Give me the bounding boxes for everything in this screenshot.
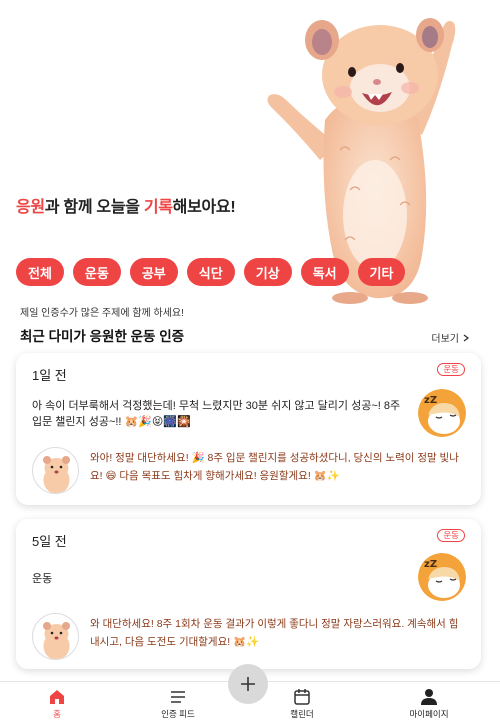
category-chip-diet[interactable]: 식단 [186,258,235,286]
hamster-avatar [32,613,79,660]
post-time: 5일 전 [32,534,67,549]
headline-text: 과 함께 오늘을 [44,199,144,216]
svg-text:zZ: zZ [424,559,437,570]
headline-highlight-record: 기록 [143,199,173,216]
calendar-icon [294,689,310,705]
category-chip-etc[interactable]: 기타 [357,258,406,286]
cheer-reply: 와 대단하세요! 8주 1회차 운동 결과가 이렇게 좋다니 정말 자랑스러워요… [32,613,465,660]
category-chip-wakeup[interactable]: 기상 [243,258,292,286]
app-screen: 응원과 함께 오늘을 기록해보아요! 전체 운동 공부 식단 기상 독서 기타 … [0,0,500,724]
category-chip-exercise[interactable]: 운동 [72,258,121,286]
category-chips: 전체 운동 공부 식단 기상 독서 기타 [16,258,406,286]
tab-label: 캘린더 [290,709,314,719]
post-body: 운동 [32,573,53,585]
post-card[interactable]: 1일 전 운동 아 속이 더부룩해서 걱정했는데! 무척 느렸지만 30분 쉬지… [16,353,481,505]
tab-home[interactable]: 홈 [17,688,97,720]
svg-text:zZ: zZ [424,395,437,406]
headline-highlight-cheer: 응원 [16,199,45,216]
sleeping-cat-icon: zZ [418,389,466,437]
reply-text: 와 대단하세요! 8주 1회차 운동 결과가 이렇게 좋다니 정말 자랑스러워요… [90,618,459,648]
tab-feed[interactable]: 인증 피드 [138,688,218,720]
feed-hint: 제일 인증수가 많은 주제에 함께 하세요! [20,308,184,319]
more-label: 더보기 [431,334,459,345]
section-title: 최근 다미가 응원한 운동 인증 [20,329,185,344]
hamster-avatar [32,447,79,494]
category-badge: 운동 [437,363,465,376]
category-badge: 운동 [437,529,465,542]
person-icon [421,689,437,705]
home-icon [50,690,64,704]
category-chip-reading[interactable]: 독서 [300,258,349,286]
tab-mypage[interactable]: 마이페이지 [389,688,469,720]
hero-headline: 응원과 함께 오늘을 기록해보아요! [16,193,236,217]
headline-text-end: 해보아요! [172,199,236,216]
hamster-avatar-icon [43,456,70,493]
chevron-right-icon [463,333,470,342]
cat-avatar: zZ [418,389,466,437]
list-icon [171,691,185,703]
post-body: 아 속이 더부룩해서 걱정했는데! 무척 느렸지만 30분 쉬지 않고 달리기 … [32,400,401,428]
post-card[interactable]: 5일 전 운동 운동 zZ 와 대단하세요! 8주 1회차 운동 결과가 이렇게… [16,519,481,669]
category-chip-all[interactable]: 전체 [16,258,64,286]
cheer-reply: 와아! 정말 대단하세요! 🎉 8주 입문 챌린지를 성공하셨다니, 당신의 노… [32,447,465,494]
reply-text: 와아! 정말 대단하세요! 🎉 8주 입문 챌린지를 성공하셨다니, 당신의 노… [90,452,459,482]
tab-label: 홈 [53,709,61,719]
cat-avatar: zZ [418,553,466,601]
hero: 응원과 함께 오늘을 기록해보아요! 전체 운동 공부 식단 기상 독서 기타 [0,0,500,310]
hamster-avatar-icon [43,622,70,659]
category-chip-study[interactable]: 공부 [129,258,178,286]
post-time: 1일 전 [32,368,67,383]
plus-icon [241,677,255,691]
add-post-button[interactable] [228,664,268,704]
sleeping-cat-icon: zZ [418,553,466,601]
more-link[interactable]: 더보기 [431,330,470,345]
tab-calendar[interactable]: 캘린더 [262,688,342,720]
tab-label: 마이페이지 [409,709,449,719]
tab-label: 인증 피드 [161,709,195,719]
